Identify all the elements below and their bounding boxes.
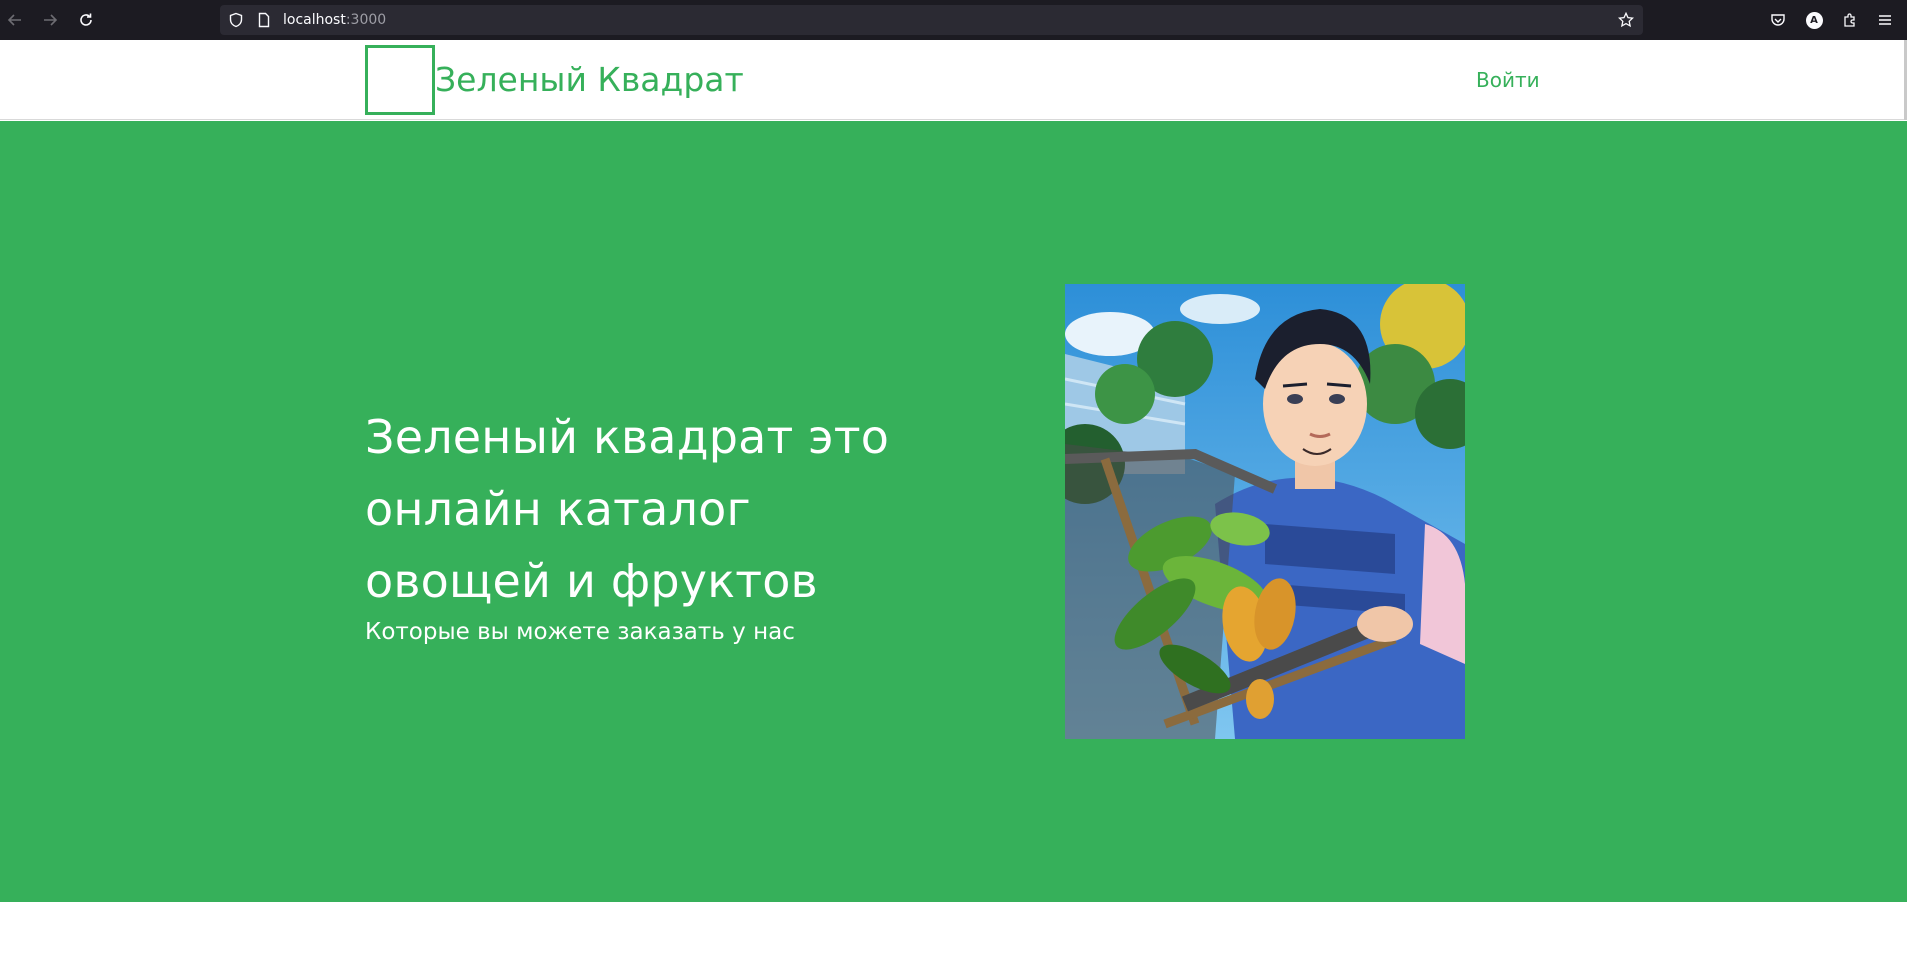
site-header: Зеленый Квадрат Войти bbox=[0, 40, 1907, 120]
hero-subtitle: Которые вы можете заказать у нас bbox=[365, 619, 795, 645]
account-icon[interactable]: A bbox=[1802, 8, 1826, 32]
address-bar[interactable]: localhost:3000 bbox=[220, 5, 1643, 35]
page-below-hero bbox=[0, 902, 1907, 978]
star-icon[interactable] bbox=[1618, 12, 1634, 28]
account-initial: A bbox=[1805, 11, 1823, 29]
farmer-illustration bbox=[1065, 284, 1465, 739]
extensions-icon[interactable] bbox=[1838, 8, 1862, 32]
reload-icon[interactable] bbox=[74, 8, 98, 32]
login-link[interactable]: Войти bbox=[1476, 67, 1540, 93]
brand-name[interactable]: Зеленый Квадрат bbox=[435, 58, 744, 102]
shield-icon[interactable] bbox=[228, 12, 244, 28]
hero-section: Зеленый квадрат это онлайн каталог овоще… bbox=[0, 121, 1907, 902]
url-port: :3000 bbox=[345, 12, 387, 28]
logo-square[interactable] bbox=[365, 45, 435, 115]
pocket-icon[interactable] bbox=[1766, 8, 1790, 32]
back-arrow-icon[interactable] bbox=[3, 8, 27, 32]
hero-title: Зеленый квадрат это онлайн каталог овоще… bbox=[365, 410, 890, 608]
browser-toolbar: localhost:3000 A bbox=[0, 0, 1907, 40]
menu-icon[interactable] bbox=[1873, 8, 1897, 32]
url-host: localhost bbox=[283, 12, 346, 28]
page-icon[interactable] bbox=[256, 12, 272, 28]
forward-arrow-icon[interactable] bbox=[38, 8, 62, 32]
url-text[interactable]: localhost:3000 bbox=[283, 12, 386, 28]
hero-illustration bbox=[1065, 284, 1465, 739]
